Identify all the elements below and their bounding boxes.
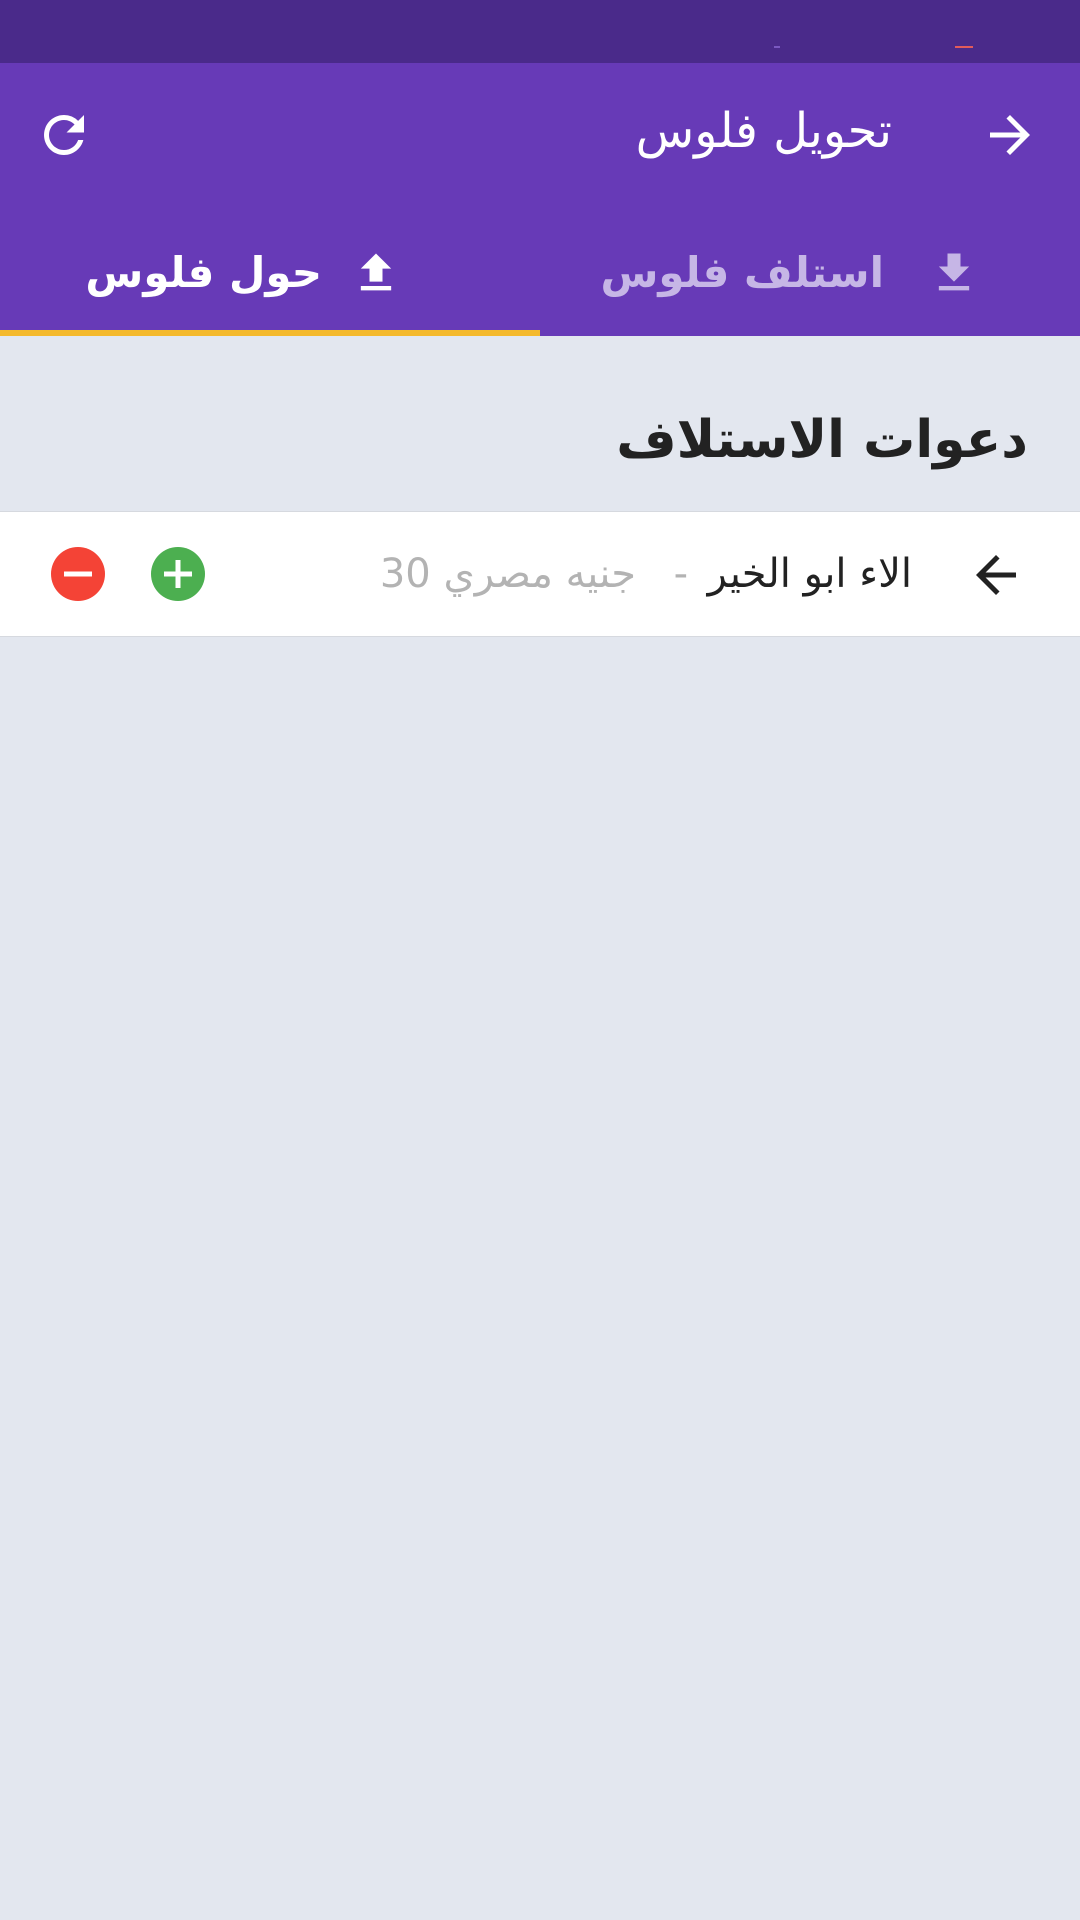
download-icon [938, 253, 970, 291]
loan-request-row[interactable]: الاء ابو الخير - 30 جنيه مصري [0, 511, 1080, 637]
arrow-back-icon [976, 555, 1016, 595]
tab-borrow-money-label: استلف فلوس [600, 248, 884, 297]
tab-borrow-money[interactable]: استلف فلوس [540, 207, 1080, 336]
add-circle-icon [151, 547, 205, 601]
tab-transfer-money[interactable]: حول فلوس [0, 207, 540, 336]
selected-tab-indicator [0, 330, 540, 336]
app-bar: تحويل فلوس استلف فلوس حول فلوس [0, 63, 1080, 336]
upload-icon [360, 253, 392, 291]
back-button[interactable] [980, 105, 1040, 165]
reject-request-button[interactable] [51, 547, 105, 601]
refresh-icon [44, 115, 84, 155]
request-amount: 30 جنيه مصري [379, 551, 636, 597]
tab-transfer-money-label: حول فلوس [85, 248, 322, 297]
toolbar: تحويل فلوس [0, 63, 1080, 207]
tab-bar: استلف فلوس حول فلوس [0, 207, 1080, 336]
section-title: دعوات الاستلاف [616, 410, 1028, 470]
page-title: تحويل فلوس [635, 103, 892, 159]
status-bar [0, 0, 1080, 63]
accept-request-button[interactable] [151, 547, 205, 601]
refresh-button[interactable] [34, 105, 94, 165]
arrow-forward-icon [990, 115, 1030, 155]
status-notification-mark [955, 46, 973, 48]
name-amount-separator: - [673, 551, 688, 597]
status-notification-mark-small [774, 46, 780, 48]
remove-circle-icon [51, 547, 105, 601]
requester-name: الاء ابو الخير [707, 551, 912, 597]
